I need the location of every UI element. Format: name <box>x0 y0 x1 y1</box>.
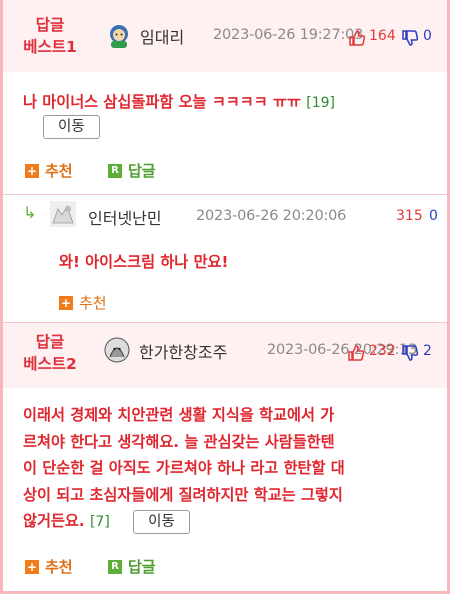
avatar[interactable] <box>50 201 76 227</box>
reply-icon: R <box>108 163 122 178</box>
comment-text-line: 상이 되고 초심자들에게 질려하지만 학교는 그렇지 <box>23 485 343 504</box>
avatar[interactable] <box>106 23 132 49</box>
comment-text-line-last: 않거든요. [7] 이동 <box>23 508 439 536</box>
thumb-up-icon[interactable] <box>347 344 365 362</box>
recommend-button[interactable]: + 추천 <box>59 292 107 313</box>
best-badge: 답글 베스트1 <box>3 14 97 58</box>
downvote-count: 0 <box>423 28 432 44</box>
divider <box>3 194 447 195</box>
upvote-count: 164 <box>369 28 396 44</box>
comment-text: 와! 아이스크림 하나 만요! <box>59 253 229 271</box>
avatar[interactable] <box>104 337 130 363</box>
best-badge-line2: 베스트1 <box>23 38 77 56</box>
comment-text-content: 않거든요. <box>23 512 85 530</box>
downvote-count: 0 <box>429 208 438 224</box>
comment-text-line: 이 단순한 걸 아직도 가르쳐야 하나 라고 한탄할 대 <box>23 459 345 477</box>
thumb-down-icon[interactable] <box>401 344 419 362</box>
recommend-button[interactable]: + 추천 <box>25 556 73 577</box>
comment-text: 나 마이너스 삼십돌파함 오늘 ㅋㅋㅋㅋ ㅠㅠ [19] <box>23 90 433 116</box>
move-button-wrap: 이동 <box>43 115 100 139</box>
plus-icon: + <box>59 295 73 310</box>
downvote-count: 2 <box>423 343 432 359</box>
best-comment-header: 답글 베스트2 한가한창조주 2023-06-26 20:29:13 232 2 <box>3 323 447 388</box>
recommend-button[interactable]: + 추천 <box>25 160 73 181</box>
best-badge-line1: 답글 <box>35 333 65 351</box>
recommend-label: 추천 <box>45 162 73 180</box>
reply-button[interactable]: R 답글 <box>108 160 156 181</box>
comment-text-content: 나 마이너스 삼십돌파함 오늘 ㅋㅋㅋㅋ ㅠㅠ <box>23 93 301 111</box>
best-badge: 답글 베스트2 <box>3 331 97 375</box>
best-comment-header: 답글 베스트1 임대리 2023-06-26 19:27:03 164 0 <box>3 0 447 72</box>
best-badge-line2: 베스트2 <box>23 355 77 373</box>
thumb-down-icon[interactable] <box>401 29 419 47</box>
recommend-label: 추천 <box>79 294 107 312</box>
move-button[interactable]: 이동 <box>133 509 190 534</box>
comment-author[interactable]: 한가한창조주 <box>139 339 227 363</box>
thumb-up-icon[interactable] <box>348 29 366 47</box>
comment-date: 2023-06-26 20:20:06 <box>196 208 347 224</box>
comment-author[interactable]: 임대리 <box>140 24 184 48</box>
reply-label: 답글 <box>128 558 156 576</box>
reply-count[interactable]: [7] <box>90 514 110 530</box>
reply-label: 답글 <box>128 162 156 180</box>
reply-icon: R <box>108 559 122 574</box>
comment-author[interactable]: 인터넷난민 <box>88 205 162 229</box>
plus-icon: + <box>25 559 39 574</box>
upvote-count: 232 <box>369 343 396 359</box>
nested-reply-arrow-icon: ↳ <box>23 203 37 222</box>
comment-text-line: 르쳐야 한다고 생각해요. 늘 관심갖는 사람들한텐 <box>23 432 335 451</box>
best-badge-line1: 답글 <box>35 16 65 34</box>
comment-text: 이래서 경제와 치안관련 생활 지식을 학교에서 가 르쳐야 한다고 생각해요.… <box>23 402 439 536</box>
comment-text-line: 이래서 경제와 치안관련 생활 지식을 학교에서 가 <box>23 406 335 424</box>
upvote-count: 315 <box>396 208 423 224</box>
comment-date: 2023-06-26 19:27:03 <box>213 27 364 43</box>
reply-button[interactable]: R 답글 <box>108 556 156 577</box>
reply-count[interactable]: [19] <box>306 95 335 111</box>
recommend-label: 추천 <box>45 558 73 576</box>
plus-icon: + <box>25 163 39 178</box>
comment-list: 답글 베스트1 임대리 2023-06-26 19:27:03 164 0 나 … <box>0 0 450 594</box>
move-button[interactable]: 이동 <box>43 115 100 139</box>
